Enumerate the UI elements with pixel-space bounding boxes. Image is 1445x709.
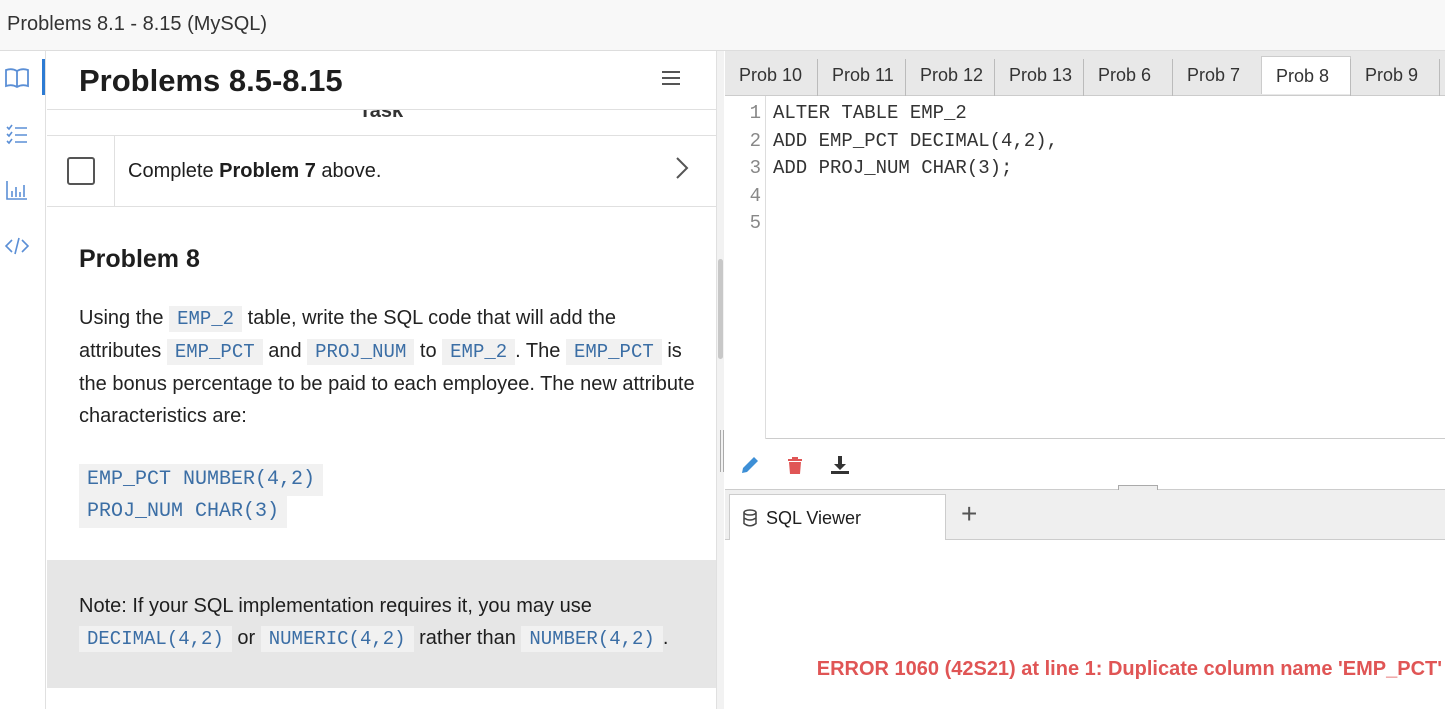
line-number: 3 (749, 157, 761, 179)
tab-prob-7[interactable]: Prob 7 (1172, 59, 1240, 96)
sql-editor[interactable]: 1 2 3 4 5 ALTER TABLE EMP_2 ADD EMP_PCT … (725, 96, 1445, 439)
database-icon (742, 509, 758, 532)
line-number: 5 (749, 212, 761, 234)
line-gutter: 1 2 3 4 5 (725, 96, 766, 439)
problems-header: Problems 8.5-8.15 (47, 51, 716, 110)
tab-prob-8[interactable]: Prob 8 (1261, 56, 1351, 94)
code-line: EMP_PCT NUMBER(4,2) (79, 464, 324, 496)
task-checkbox[interactable] (67, 157, 95, 185)
code-line[interactable]: ALTER TABLE EMP_2 (773, 96, 1058, 124)
tab-prob-11[interactable]: Prob 11 (817, 59, 894, 96)
tab-prob-10[interactable]: Prob 10 (725, 59, 802, 96)
divider (114, 136, 115, 207)
chart-icon[interactable] (4, 177, 30, 203)
line-number: 1 (749, 102, 761, 124)
download-icon[interactable] (829, 454, 851, 476)
page-title: Problems 8.5-8.15 (79, 63, 343, 98)
code-line[interactable] (773, 206, 1058, 234)
code-line[interactable]: ADD EMP_PCT DECIMAL(4,2), (773, 124, 1058, 152)
pencil-icon[interactable] (739, 454, 761, 476)
task-text: Complete Problem 7 above. (128, 160, 382, 182)
editor-tabs: Prob 10 Prob 11 Prob 12 Prob 13 Prob 6 P… (725, 51, 1445, 96)
sql-viewer-output: ERROR 1060 (42S21) at line 1: Duplicate … (725, 540, 1445, 709)
menu-icon[interactable] (662, 71, 680, 85)
error-message: ERROR 1060 (42S21) at line 1: Duplicate … (816, 658, 1442, 680)
code-line: PROJ_NUM CHAR(3) (79, 496, 288, 528)
tab-prob-6[interactable]: Prob 6 (1083, 59, 1151, 96)
problem-section: Problem 8 Using the EMP_2 table, write t… (79, 245, 699, 528)
problem-description: Using the EMP_2 table, write the SQL cod… (79, 306, 695, 427)
add-tab-button[interactable]: + (961, 498, 977, 530)
tab-prob-12[interactable]: Prob 12 (905, 59, 983, 96)
task-heading: Task (359, 110, 404, 122)
active-indicator (42, 59, 45, 95)
code-area[interactable]: ALTER TABLE EMP_2 ADD EMP_PCT DECIMAL(4,… (773, 96, 1058, 234)
problem-content: Task Complete Problem 7 above. Problem 8… (47, 110, 716, 709)
code-icon[interactable] (4, 233, 30, 259)
book-icon[interactable] (4, 65, 30, 91)
line-number: 4 (749, 184, 761, 207)
tab-prob-9[interactable]: Prob 9 (1350, 59, 1440, 96)
window-title: Problems 8.1 - 8.15 (MySQL) (0, 0, 1445, 51)
problem-title: Problem 8 (79, 245, 200, 273)
pane-splitter[interactable] (720, 430, 724, 472)
trash-icon[interactable] (784, 454, 806, 476)
tab-sql-viewer[interactable]: SQL Viewer (729, 494, 946, 540)
code-line[interactable]: ADD PROJ_NUM CHAR(3); (773, 151, 1058, 179)
left-scrollbar[interactable] (716, 51, 724, 709)
note-box: Note: If your SQL implementation require… (47, 560, 716, 688)
activity-rail (0, 51, 46, 709)
scrollbar-thumb[interactable] (718, 259, 723, 359)
attribute-code-block: EMP_PCT NUMBER(4,2) PROJ_NUM CHAR(3) (79, 464, 699, 528)
tab-prob-13[interactable]: Prob 13 (994, 59, 1072, 96)
tab-label: SQL Viewer (766, 508, 862, 528)
editor-toolbar (725, 440, 1445, 491)
code-line[interactable] (773, 179, 1058, 207)
task-item[interactable]: Complete Problem 7 above. (47, 135, 716, 207)
viewer-tabs: SQL Viewer + (725, 490, 1445, 540)
line-number: 2 (749, 129, 761, 152)
chevron-right-icon[interactable] (675, 156, 689, 187)
checklist-icon[interactable] (4, 121, 30, 147)
